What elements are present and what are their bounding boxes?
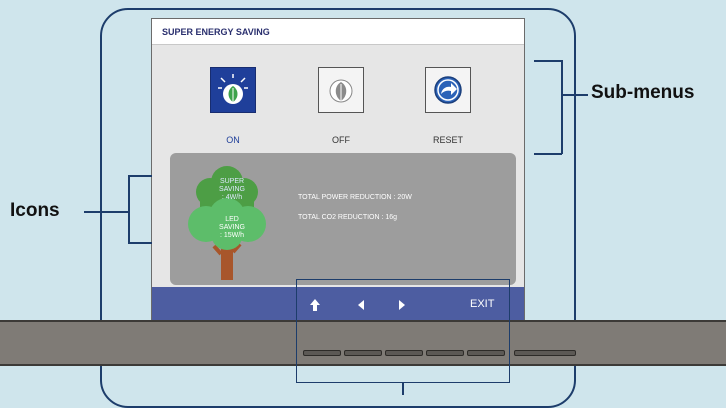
led-saving-text: LED SAVING : 15W/h xyxy=(207,216,257,240)
super-saving-line-2: SAVING xyxy=(219,186,245,193)
submenu-reset-button[interactable] xyxy=(425,67,471,113)
led-saving-line-1: LED xyxy=(225,216,239,223)
icons-bracket-top xyxy=(128,175,152,177)
icons-label: Icons xyxy=(10,200,60,221)
reset-arrow-icon xyxy=(434,76,462,104)
submenus-bracket-bottom xyxy=(534,153,562,155)
nav-callout-line xyxy=(402,383,404,395)
nav-buttons-callout-box xyxy=(296,279,510,383)
submenu-on-label: ON xyxy=(226,135,240,145)
co2-reduction-text: TOTAL CO2 REDUCTION : 16g xyxy=(298,214,398,221)
led-saving-line-2: SAVING xyxy=(219,224,245,231)
super-saving-text: SUPER SAVING : 4W/h xyxy=(212,178,252,202)
submenus-bracket-vertical xyxy=(561,60,563,154)
icons-bracket-vertical xyxy=(128,175,130,243)
submenu-off-button[interactable] xyxy=(318,67,364,113)
submenus-bracket-top xyxy=(534,60,562,62)
power-reduction-text: TOTAL POWER REDUCTION : 20W xyxy=(298,194,412,201)
submenu-reset-label: RESET xyxy=(432,135,463,145)
icons-leader-line xyxy=(84,211,128,213)
hardware-button-6[interactable] xyxy=(514,350,576,356)
submenus-label: Sub-menus xyxy=(591,82,695,103)
super-saving-line-3: : 4W/h xyxy=(221,194,243,201)
leaf-icon xyxy=(218,74,248,104)
submenu-on-button[interactable] xyxy=(210,67,256,113)
submenus-leader-line xyxy=(562,94,588,96)
submenu-off-label: OFF xyxy=(332,135,350,145)
led-saving-line-3: : 15W/h xyxy=(219,232,245,239)
leaf-off-icon xyxy=(329,79,353,103)
osd-title: SUPER ENERGY SAVING xyxy=(152,19,524,45)
super-saving-line-1: SUPER xyxy=(219,178,245,185)
icons-bracket-bottom xyxy=(128,242,152,244)
